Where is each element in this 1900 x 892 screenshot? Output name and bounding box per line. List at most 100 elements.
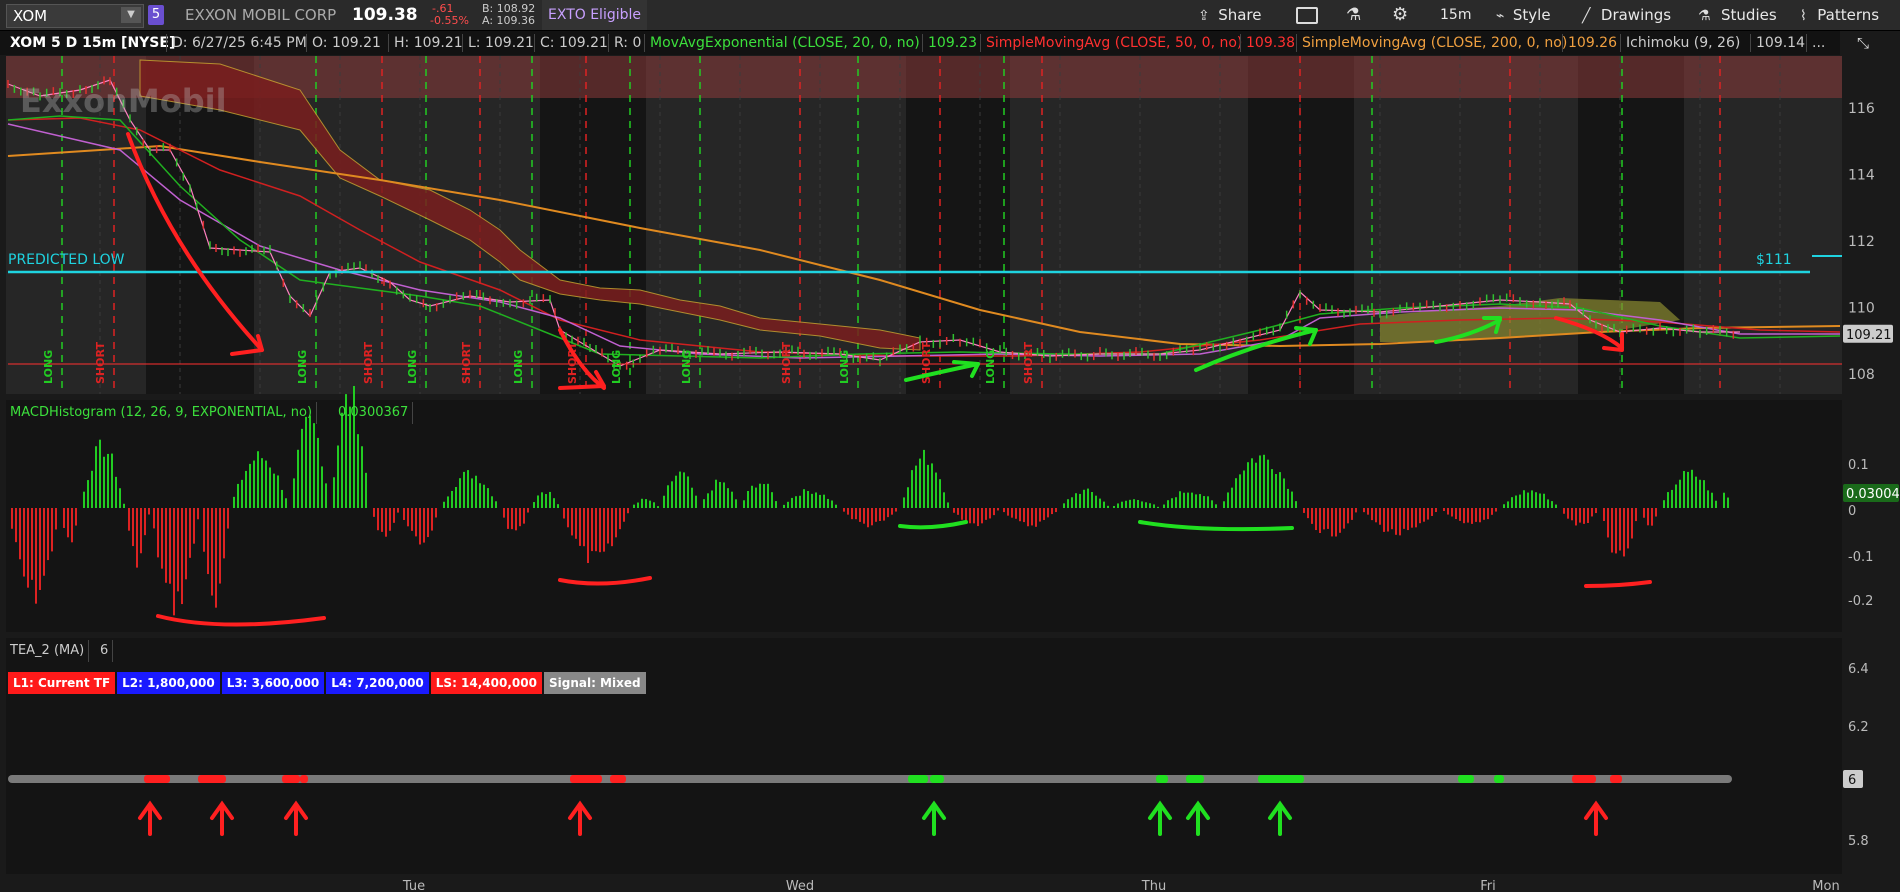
style-button[interactable]: ⌁ Style — [1496, 0, 1551, 30]
patterns-icon: ⌇ — [1800, 8, 1807, 24]
settings-button[interactable]: ⚙ — [1392, 0, 1408, 30]
tea-signal-segment — [1458, 775, 1474, 783]
sma50-line — [7, 117, 1841, 357]
flask-icon: ⚗ — [1346, 5, 1362, 25]
company-name: EXXON MOBIL CORP — [185, 6, 337, 24]
sma200-study-label[interactable]: SimpleMovingAvg (CLOSE, 200, 0, no) — [1298, 31, 1571, 55]
red-arrow-head-annotation — [558, 370, 606, 390]
share-button[interactable]: ⇪ Share — [1198, 0, 1276, 30]
tea-signal-segment — [1258, 775, 1304, 783]
signal-label: SHORT — [362, 342, 375, 384]
camera-button[interactable] — [1296, 0, 1318, 30]
last-price: 109.38 — [352, 5, 418, 25]
green-up-arrow-annotation — [1194, 328, 1318, 372]
red-down-arrow-annotation — [126, 132, 264, 352]
chart-title: XOM 5 D 15m [NYSE] — [10, 35, 176, 51]
ichimoku-base-line — [7, 123, 1840, 359]
signal-label: SHORT — [94, 342, 107, 384]
studies-button[interactable]: ⚗ Studies — [1698, 0, 1777, 30]
exto-eligible-badge[interactable]: EXTO Eligible — [542, 0, 648, 30]
studies-flask-icon: ⚗ — [1698, 8, 1711, 24]
tea-signal-segment — [610, 775, 626, 783]
interval-button[interactable]: 15m — [1440, 0, 1471, 30]
tea-signal-segment — [570, 775, 602, 783]
macd-title[interactable]: MACDHistogram (12, 26, 9, EXPONENTIAL, n… — [6, 402, 318, 424]
sma50-value: 109.38 — [1246, 35, 1295, 51]
sma200-value: 109.26 — [1568, 35, 1617, 51]
green-arrow-head-annotation — [1294, 326, 1318, 346]
green-underline-annotation — [898, 520, 968, 530]
symbol-input[interactable]: XOM ▼ — [6, 4, 144, 28]
patterns-button[interactable]: ⌇ Patterns — [1800, 0, 1879, 30]
bar-open: O: 109.21 — [312, 35, 381, 51]
sma50-study-label[interactable]: SimpleMovingAvg (CLOSE, 50, 0, no) — [982, 31, 1246, 55]
ema-value: 109.23 — [928, 35, 977, 51]
divider — [1750, 34, 1751, 52]
price-tick: 116 — [1848, 101, 1875, 117]
ichimoku-value: 109.14 — [1756, 35, 1805, 51]
style-icon: ⌁ — [1496, 8, 1505, 24]
divider — [644, 34, 645, 52]
chart-status-bar: XOM 5 D 15m [NYSE] D: 6/27/25 6:45 PM O:… — [0, 31, 1840, 55]
overnight-session-band — [1578, 56, 1684, 394]
signal-label: LONG — [984, 350, 997, 384]
overnight-session-band — [1248, 56, 1354, 394]
tea-signal-segment — [1610, 775, 1622, 783]
up-arrow-head-annotation — [210, 800, 234, 820]
up-arrow-head-annotation — [1584, 800, 1608, 820]
divider — [1620, 34, 1621, 52]
exxon-watermark: ExxonMobil — [20, 82, 227, 120]
symbol-dropdown-icon[interactable]: ▼ — [121, 7, 141, 23]
green-up-arrow-annotation — [1434, 318, 1502, 344]
signal-label: SHORT — [920, 342, 933, 384]
current-price-text: 109.21 — [1846, 328, 1892, 343]
gear-icon: ⚙ — [1392, 4, 1409, 25]
macd-current-text: 0.03004 — [1846, 487, 1900, 502]
tea-tick: 5.8 — [1848, 834, 1869, 849]
red-underline-annotation — [1584, 580, 1652, 588]
ema-study-label[interactable]: MovAvgExponential (CLOSE, 20, 0, no) — [646, 31, 924, 55]
tea-signal-segment — [1156, 775, 1168, 783]
signal-label: LONG — [680, 350, 693, 384]
red-arrow-head-annotation — [230, 334, 264, 356]
bar-range: R: 0 — [614, 35, 642, 51]
tea-legend-chip: L2: 1,800,000 — [117, 672, 220, 694]
price-tick: 108 — [1848, 367, 1875, 383]
symbol-badge[interactable]: 5 — [148, 5, 164, 25]
divider — [1806, 34, 1807, 52]
red-down-arrow-annotation — [558, 328, 606, 390]
tea-title[interactable]: TEA_2 (MA) — [6, 640, 90, 662]
divider — [1562, 34, 1563, 52]
up-arrow-head-annotation — [1268, 800, 1292, 820]
overnight-session-band — [146, 56, 254, 394]
macd-axis — [1842, 400, 1900, 632]
more-studies[interactable]: ... — [1808, 31, 1829, 55]
tea-value: 6 — [96, 640, 114, 662]
tea-axis — [1842, 638, 1900, 874]
predicted-price-label: $111 — [1756, 252, 1792, 268]
price-tick: 112 — [1848, 234, 1875, 250]
tea-current-tag — [1843, 770, 1863, 788]
up-arrow-head-annotation — [1148, 800, 1172, 820]
bar-low: L: 109.21 — [468, 35, 534, 51]
ichimoku-study-label[interactable]: Ichimoku (9, 26) — [1622, 31, 1744, 55]
expand-chart-button[interactable]: ⤡ — [1852, 33, 1874, 53]
macd-value: 0.0300367 — [334, 402, 414, 424]
up-arrow-head-annotation — [138, 800, 162, 820]
signal-label: SHORT — [1022, 342, 1035, 384]
drawings-button[interactable]: ╱ Drawings — [1582, 0, 1671, 30]
divider — [534, 34, 535, 52]
divider — [608, 34, 609, 52]
green-arrow-head-annotation — [952, 360, 980, 378]
up-arrow-head-annotation — [1186, 800, 1210, 820]
overnight-session-band — [540, 56, 646, 394]
chart-area[interactable]: 116 114 112 110 108 109.21 PREDICTED LOW $111… — [0, 0, 1900, 892]
signal-label: LONG — [406, 350, 419, 384]
ema20-line — [7, 115, 1841, 359]
x-axis-label: Tue — [402, 879, 425, 892]
price-tick: 114 — [1848, 168, 1875, 184]
flask-button[interactable]: ⚗ — [1346, 0, 1361, 30]
signal-label: LONG — [296, 350, 309, 384]
macd-pane[interactable] — [6, 400, 1842, 632]
tea-signal-segment — [1494, 775, 1504, 783]
